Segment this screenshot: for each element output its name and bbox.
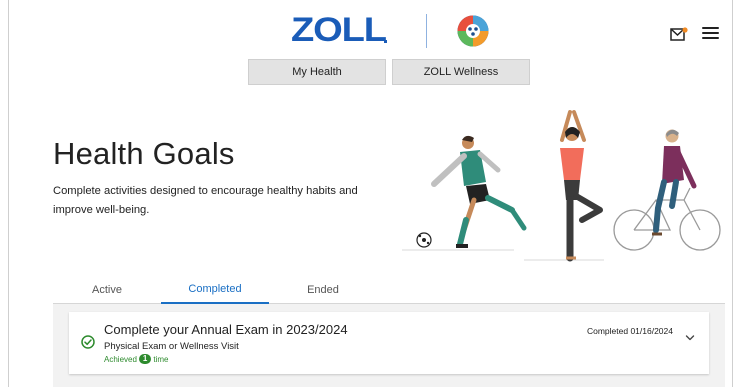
menu-icon[interactable] <box>702 27 719 40</box>
hero-illustration <box>402 110 721 262</box>
goal-category: Physical Exam or Wellness Visit <box>104 341 239 352</box>
tab-ended[interactable]: Ended <box>269 276 377 304</box>
achieved-count-badge: 1 <box>138 354 152 364</box>
yoga-figure <box>560 110 603 262</box>
goal-status-tabs: Active Completed Ended <box>53 276 725 304</box>
goal-title: Complete your Annual Exam in 2023/2024 <box>104 322 348 337</box>
tab-active[interactable]: Active <box>53 276 161 304</box>
brand-wordmark: ZOLL <box>291 10 387 49</box>
zoll-logo: ZOLL <box>291 10 387 49</box>
goal-card[interactable]: Complete your Annual Exam in 2023/2024 P… <box>69 312 709 374</box>
mail-icon[interactable] <box>670 27 688 41</box>
chevron-down-icon[interactable] <box>685 334 695 342</box>
achieved-prefix: Achieved <box>104 354 137 364</box>
nav-zoll-wellness-button[interactable]: ZOLL Wellness <box>392 59 530 85</box>
check-circle-icon <box>81 335 95 349</box>
soccer-player-figure <box>416 135 527 248</box>
cyclist-figure <box>613 129 721 251</box>
logo-divider <box>426 14 427 48</box>
wellness-badge-logo-icon <box>457 15 489 47</box>
nav-my-health-button[interactable]: My Health <box>248 59 386 85</box>
page-title: Health Goals <box>53 136 235 171</box>
page-subtitle: Complete activities designed to encourag… <box>53 185 358 216</box>
achieved-count: Achieved 1 time <box>104 354 169 364</box>
achieved-suffix: time <box>153 354 169 364</box>
tab-completed[interactable]: Completed <box>161 276 269 304</box>
goal-completed-date: Completed 01/16/2024 <box>586 326 673 336</box>
app-frame: ZOLL My Health ZOLL Wellness Health Goal… <box>8 0 733 387</box>
